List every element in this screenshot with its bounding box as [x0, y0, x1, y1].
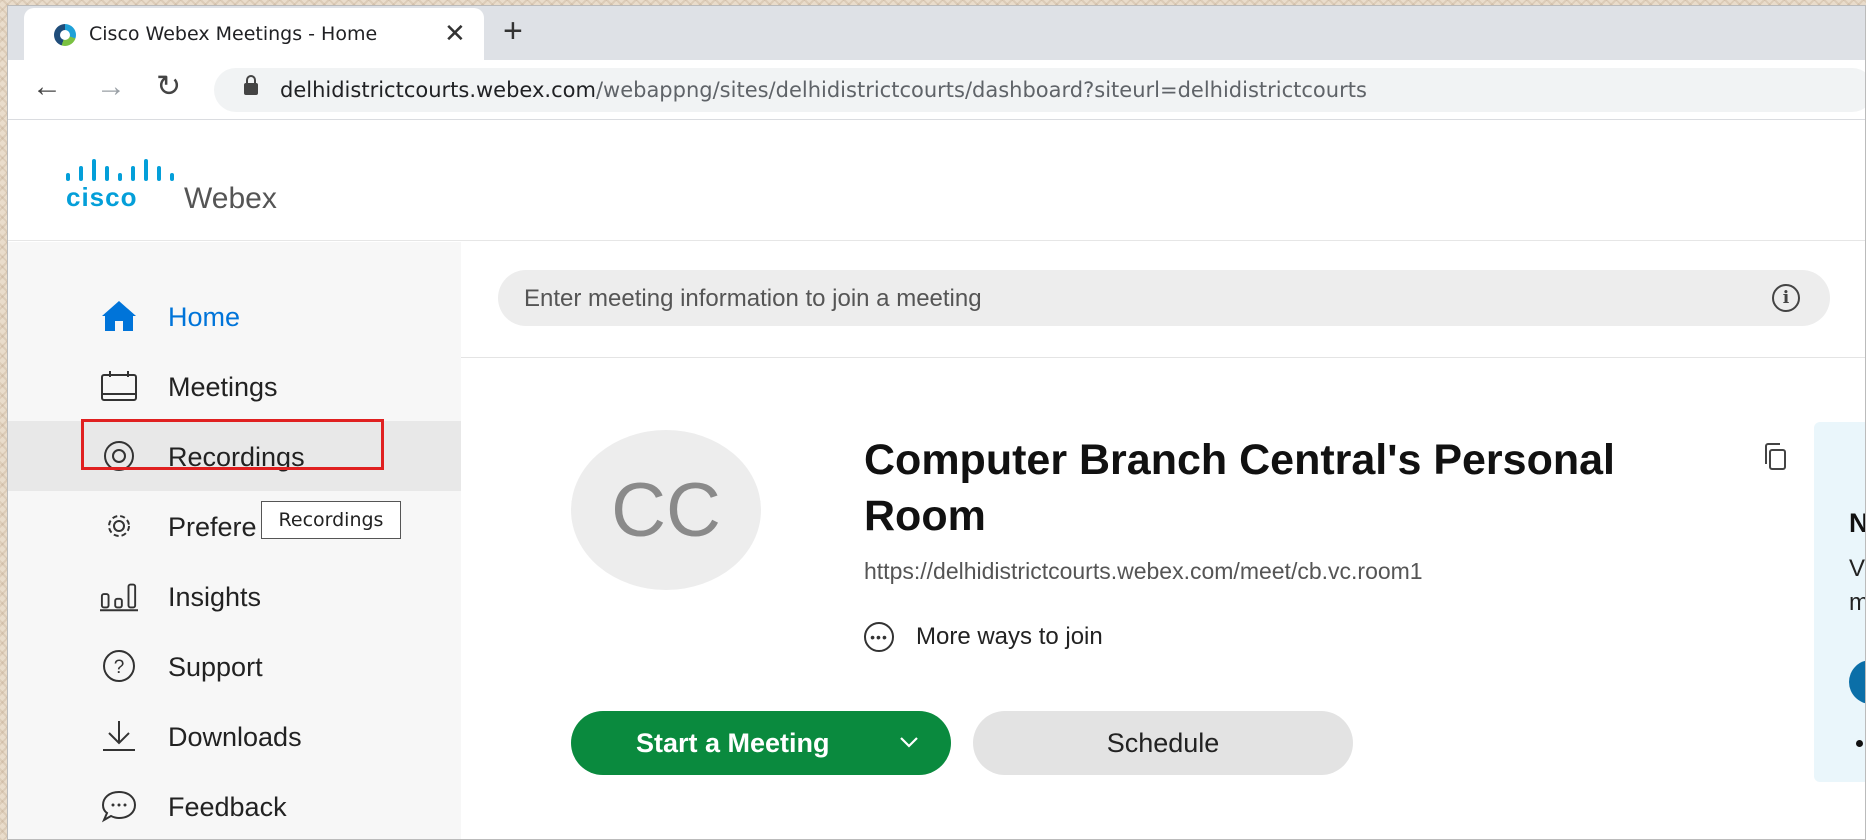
chevron-down-icon[interactable] [896, 729, 922, 755]
recordings-tooltip: Recordings [261, 501, 401, 539]
sidebar-item-downloads[interactable]: Downloads [8, 701, 461, 771]
join-meeting-input[interactable]: Enter meeting information to join a meet… [498, 270, 1830, 326]
insights-icon [100, 580, 138, 612]
schedule-button[interactable]: Schedule [973, 711, 1353, 775]
feedback-icon [100, 790, 138, 823]
forward-arrow-icon[interactable]: → [96, 70, 126, 104]
start-meeting-label: Start a Meeting [636, 728, 830, 758]
avatar: CC [571, 430, 761, 590]
lock-icon[interactable] [244, 75, 258, 95]
reload-icon[interactable]: ↻ [156, 70, 181, 104]
sidebar-item-home[interactable]: Home [8, 281, 461, 351]
webex-favicon-icon [54, 24, 76, 46]
sidebar-item-label: Prefere [168, 512, 257, 542]
svg-text:?: ? [114, 657, 125, 678]
sidebar-item-support[interactable]: ? Support [8, 631, 461, 701]
recordings-highlight-box [81, 419, 384, 470]
home-icon [100, 300, 138, 332]
more-options-icon: ••• [864, 622, 894, 652]
bullet-icon [1856, 740, 1863, 747]
sidebar: Home Meetings Recordings Prefere Insight… [8, 242, 461, 839]
panel-action-button[interactable] [1849, 660, 1865, 704]
more-ways-to-join-link[interactable]: ••• More ways to join [864, 620, 1103, 654]
sidebar-item-label: Support [168, 652, 263, 682]
cisco-logo-text: cisco [66, 182, 138, 212]
main-content: Enter meeting information to join a meet… [461, 242, 1865, 839]
room-url[interactable]: https://delhidistrictcourts.webex.com/me… [864, 558, 1423, 585]
url-text[interactable]: delhidistrictcourts.webex.com/webappng/s… [280, 78, 1367, 102]
start-meeting-button[interactable]: Start a Meeting [571, 711, 951, 775]
back-arrow-icon[interactable]: ← [32, 70, 62, 104]
sidebar-item-label: Feedback [168, 792, 287, 822]
panel-text-line: m [1849, 589, 1865, 617]
copy-icon[interactable] [1761, 442, 1789, 472]
right-info-panel: N Vi m [1814, 422, 1865, 782]
address-bar[interactable]: delhidistrictcourts.webex.com/webappng/s… [214, 68, 1865, 112]
cisco-logo-bars-icon [66, 159, 176, 181]
sidebar-item-meetings[interactable]: Meetings [8, 351, 461, 421]
sidebar-item-feedback[interactable]: Feedback [8, 771, 461, 839]
sidebar-item-label: Meetings [168, 372, 278, 402]
tab-strip: Cisco Webex Meetings - Home ✕ + [8, 6, 1865, 60]
browser-toolbar: ← → ↻ delhidistrictcourts.webex.com/weba… [8, 60, 1865, 120]
new-tab-button[interactable]: + [503, 14, 523, 48]
panel-heading: N [1849, 508, 1865, 539]
tab-close-icon[interactable]: ✕ [444, 18, 466, 48]
gear-icon [100, 510, 138, 542]
room-title: Computer Branch Central's Personal Room [864, 436, 1615, 540]
browser-tab[interactable]: Cisco Webex Meetings - Home ✕ [24, 8, 484, 60]
sidebar-item-insights[interactable]: Insights [8, 561, 461, 631]
more-ways-label: More ways to join [916, 623, 1103, 650]
join-meeting-placeholder: Enter meeting information to join a meet… [524, 285, 982, 312]
info-icon[interactable]: i [1772, 284, 1800, 312]
panel-text-line: Vi [1849, 555, 1865, 582]
help-icon: ? [100, 650, 138, 682]
browser-window: Cisco Webex Meetings - Home ✕ + ← → ↻ de… [7, 5, 1866, 840]
sidebar-item-label: Home [168, 302, 241, 332]
tab-title: Cisco Webex Meetings - Home [89, 23, 378, 45]
webex-header: cisco Webex [8, 120, 1865, 241]
download-icon [100, 720, 138, 752]
calendar-icon [100, 370, 138, 402]
webex-logo-text: Webex [184, 182, 277, 215]
divider [461, 357, 1865, 358]
sidebar-item-label: Downloads [168, 722, 302, 752]
sidebar-item-label: Insights [168, 582, 262, 612]
